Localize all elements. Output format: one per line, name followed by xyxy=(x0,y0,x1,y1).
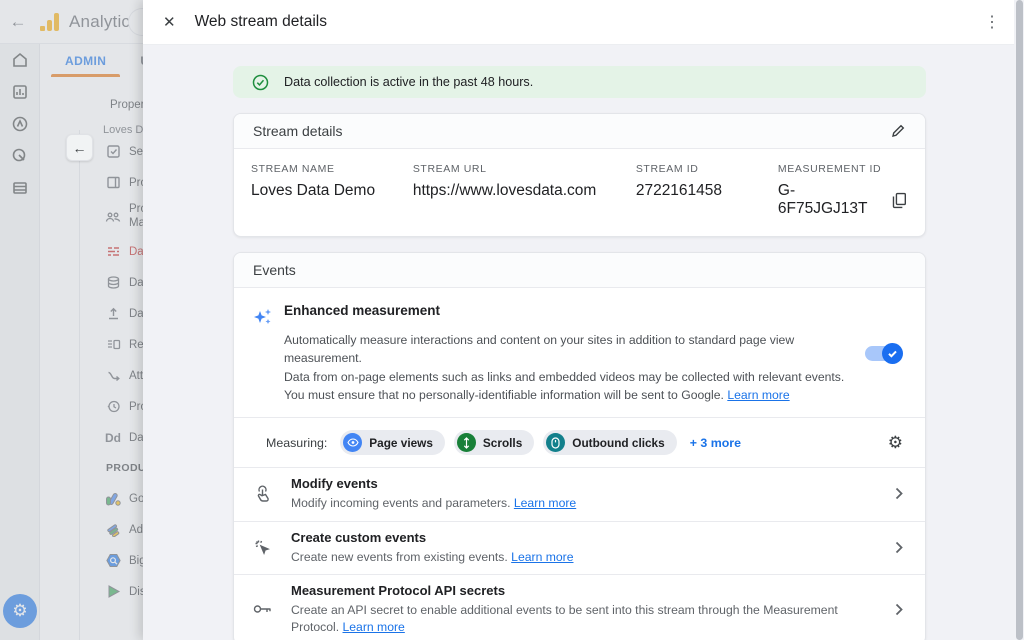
panel-header: ✕ Web stream details ⋮ xyxy=(143,0,1024,45)
measuring-row: Measuring: Page views Scrolls xyxy=(234,417,925,467)
collapse-admin-menu-button[interactable]: ← xyxy=(66,134,93,161)
field-measurement-id: MEASUREMENT ID G-6F75JGJ13T xyxy=(778,163,907,218)
kebab-menu-icon[interactable]: ⋮ xyxy=(978,12,1006,32)
copy-icon[interactable] xyxy=(892,192,907,209)
scrollbar-thumb[interactable] xyxy=(1016,0,1023,640)
enhanced-measurement-title: Enhanced measurement xyxy=(284,303,853,318)
enhanced-measurement-section: Enhanced measurement Automatically measu… xyxy=(234,288,925,417)
field-stream-name: STREAM NAME Loves Data Demo xyxy=(251,163,413,218)
panel-scrollbar[interactable] xyxy=(1014,0,1024,640)
banner-text: Data collection is active in the past 48… xyxy=(284,75,533,89)
edit-pencil-icon[interactable] xyxy=(890,123,906,139)
field-stream-id: STREAM ID 2722161458 xyxy=(636,163,778,218)
panel-body: Data collection is active in the past 48… xyxy=(143,45,1014,640)
modify-events-learn-more-link[interactable]: Learn more xyxy=(514,496,576,510)
measurement-protocol-learn-more-link[interactable]: Learn more xyxy=(343,620,405,634)
close-icon[interactable]: ✕ xyxy=(163,15,176,30)
check-circle-icon xyxy=(252,74,269,91)
stream-details-card: Stream details STREAM NAME Loves Data De… xyxy=(233,113,926,237)
cursor-click-icon xyxy=(234,539,291,556)
sparkle-icon xyxy=(251,305,275,404)
enhanced-measurement-toggle[interactable] xyxy=(865,346,901,361)
create-custom-events-row[interactable]: Create custom events Create new events f… xyxy=(234,521,925,574)
data-collection-banner: Data collection is active in the past 48… xyxy=(233,66,926,98)
measurement-protocol-row[interactable]: Measurement Protocol API secrets Create … xyxy=(234,574,925,640)
arrow-left-icon: ← xyxy=(73,140,87,156)
toggle-check-icon xyxy=(887,348,898,359)
enhanced-measurement-description: Automatically measure interactions and c… xyxy=(284,331,853,404)
field-stream-url: STREAM URL https://www.lovesdata.com xyxy=(413,163,636,218)
mouse-icon xyxy=(546,433,565,452)
stream-fields: STREAM NAME Loves Data Demo STREAM URL h… xyxy=(234,149,925,236)
stream-details-header: Stream details xyxy=(234,114,925,149)
create-custom-events-learn-more-link[interactable]: Learn more xyxy=(511,550,573,564)
panel-title: Web stream details xyxy=(195,13,978,31)
eye-icon xyxy=(343,433,362,452)
more-chips-link[interactable]: + 3 more xyxy=(690,436,741,450)
scroll-arrows-icon xyxy=(457,433,476,452)
chip-page-views: Page views xyxy=(340,430,445,455)
measurement-settings-gear-icon[interactable]: ⚙ xyxy=(888,433,903,453)
chip-scrolls: Scrolls xyxy=(454,430,534,455)
measuring-label: Measuring: xyxy=(266,436,327,450)
chip-outbound-clicks: Outbound clicks xyxy=(543,430,676,455)
chevron-right-icon xyxy=(895,487,903,500)
touch-gesture-icon xyxy=(234,485,291,503)
modify-events-row[interactable]: Modify events Modify incoming events and… xyxy=(234,467,925,520)
events-title: Events xyxy=(253,262,296,278)
events-header: Events xyxy=(234,253,925,288)
enhanced-learn-more-link[interactable]: Learn more xyxy=(727,388,789,402)
key-icon xyxy=(234,603,291,615)
chevron-right-icon xyxy=(895,603,903,616)
web-stream-details-panel: ✕ Web stream details ⋮ Data collection i… xyxy=(143,0,1024,640)
stream-details-title: Stream details xyxy=(253,123,342,139)
events-card: Events Enhanced measurement Automaticall… xyxy=(233,252,926,640)
chevron-right-icon xyxy=(895,541,903,554)
